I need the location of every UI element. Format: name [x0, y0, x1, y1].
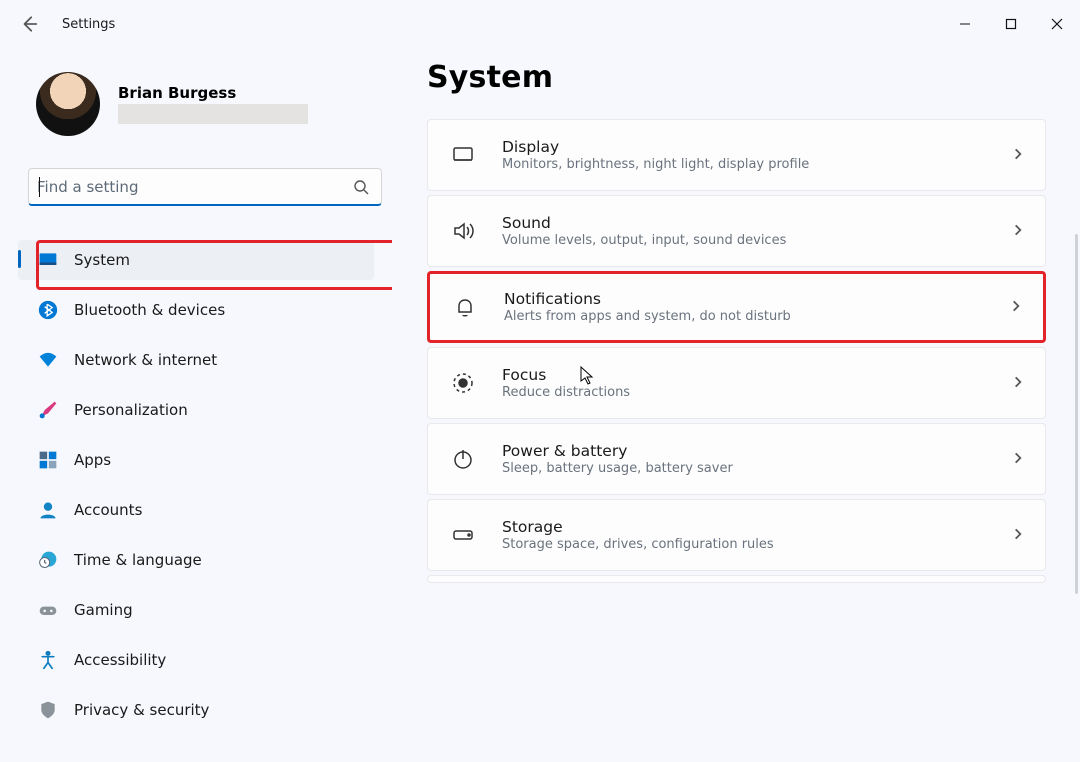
chevron-right-icon	[1011, 222, 1025, 241]
sidebar-item-label: Accessibility	[74, 651, 166, 669]
sidebar-item-label: Bluetooth & devices	[74, 301, 225, 319]
chevron-right-icon	[1011, 146, 1025, 165]
sidebar-item-personalization[interactable]: Personalization	[18, 390, 374, 430]
titlebar-left: Settings	[20, 15, 115, 33]
search-box[interactable]	[28, 168, 382, 206]
row-sub: Sleep, battery usage, battery saver	[502, 461, 985, 476]
chevron-right-icon	[1009, 298, 1023, 317]
search-icon	[353, 179, 369, 195]
bell-icon	[452, 294, 478, 320]
back-button[interactable]	[20, 15, 38, 33]
power-icon	[450, 446, 476, 472]
maximize-button[interactable]	[988, 8, 1034, 40]
person-icon	[38, 500, 58, 520]
sidebar-item-label: Privacy & security	[74, 701, 209, 719]
row-title: Power & battery	[502, 442, 985, 460]
sidebar-item-label: Network & internet	[74, 351, 217, 369]
sidebar-item-bluetooth[interactable]: Bluetooth & devices	[18, 290, 374, 330]
window-title: Settings	[62, 17, 115, 32]
row-title: Storage	[502, 518, 985, 536]
settings-list: Display Monitors, brightness, night ligh…	[427, 119, 1046, 583]
sidebar-item-label: Accounts	[74, 501, 142, 519]
minimize-button[interactable]	[942, 8, 988, 40]
sidebar-item-system[interactable]: System	[18, 240, 374, 280]
row-title: Display	[502, 138, 985, 156]
text-caret	[39, 177, 40, 197]
row-sub: Storage space, drives, configuration rul…	[502, 537, 985, 552]
monitor-icon	[38, 250, 58, 270]
storage-icon	[450, 522, 476, 548]
chevron-right-icon	[1011, 526, 1025, 545]
profile-email-redacted	[118, 104, 308, 124]
titlebar: Settings	[0, 0, 1080, 48]
sidebar-item-privacy[interactable]: Privacy & security	[18, 690, 374, 730]
row-notifications[interactable]: Notifications Alerts from apps and syste…	[427, 271, 1046, 343]
apps-icon	[38, 450, 58, 470]
row-title: Focus	[502, 366, 985, 384]
sidebar-item-network[interactable]: Network & internet	[18, 340, 374, 380]
avatar	[36, 72, 100, 136]
search-input[interactable]	[37, 178, 345, 196]
row-sub: Alerts from apps and system, do not dist…	[504, 309, 983, 324]
sidebar-item-label: Apps	[74, 451, 111, 469]
sidebar-item-label: Gaming	[74, 601, 133, 619]
row-sub: Volume levels, output, input, sound devi…	[502, 233, 985, 248]
row-sub: Monitors, brightness, night light, displ…	[502, 157, 985, 172]
row-display[interactable]: Display Monitors, brightness, night ligh…	[427, 119, 1046, 191]
accessibility-icon	[38, 650, 58, 670]
sound-icon	[450, 218, 476, 244]
sidebar-item-accessibility[interactable]: Accessibility	[18, 640, 374, 680]
sidebar-item-label: Personalization	[74, 401, 188, 419]
shield-icon	[38, 700, 58, 720]
focus-icon	[450, 370, 476, 396]
sidebar-item-time-language[interactable]: Time & language	[18, 540, 374, 580]
row-sub: Reduce distractions	[502, 385, 985, 400]
bluetooth-icon	[38, 300, 58, 320]
sidebar-item-apps[interactable]: Apps	[18, 440, 374, 480]
row-storage[interactable]: Storage Storage space, drives, configura…	[427, 499, 1046, 571]
scrollbar[interactable]	[1075, 234, 1078, 594]
globe-clock-icon	[38, 550, 58, 570]
profile-name: Brian Burgess	[118, 84, 308, 102]
gamepad-icon	[38, 600, 58, 620]
row-title: Notifications	[504, 290, 983, 308]
main-panel: System Display Monitors, brightness, nig…	[392, 58, 1080, 762]
sidebar-item-accounts[interactable]: Accounts	[18, 490, 374, 530]
wifi-icon	[38, 350, 58, 370]
row-title: Sound	[502, 214, 985, 232]
row-focus[interactable]: Focus Reduce distractions	[427, 347, 1046, 419]
window-controls	[942, 8, 1080, 40]
row-power-battery[interactable]: Power & battery Sleep, battery usage, ba…	[427, 423, 1046, 495]
sidebar-item-label: Time & language	[74, 551, 202, 569]
display-icon	[450, 142, 476, 168]
sidebar: Brian Burgess Sy	[0, 58, 392, 762]
profile-text: Brian Burgess	[118, 84, 308, 124]
sidebar-item-label: System	[74, 251, 130, 269]
chevron-right-icon	[1011, 450, 1025, 469]
close-button[interactable]	[1034, 8, 1080, 40]
row-sound[interactable]: Sound Volume levels, output, input, soun…	[427, 195, 1046, 267]
chevron-right-icon	[1011, 374, 1025, 393]
page-title: System	[427, 60, 1046, 95]
paintbrush-icon	[38, 400, 58, 420]
row-partial	[427, 575, 1046, 583]
sidebar-item-gaming[interactable]: Gaming	[18, 590, 374, 630]
profile-block[interactable]: Brian Burgess	[0, 66, 392, 154]
